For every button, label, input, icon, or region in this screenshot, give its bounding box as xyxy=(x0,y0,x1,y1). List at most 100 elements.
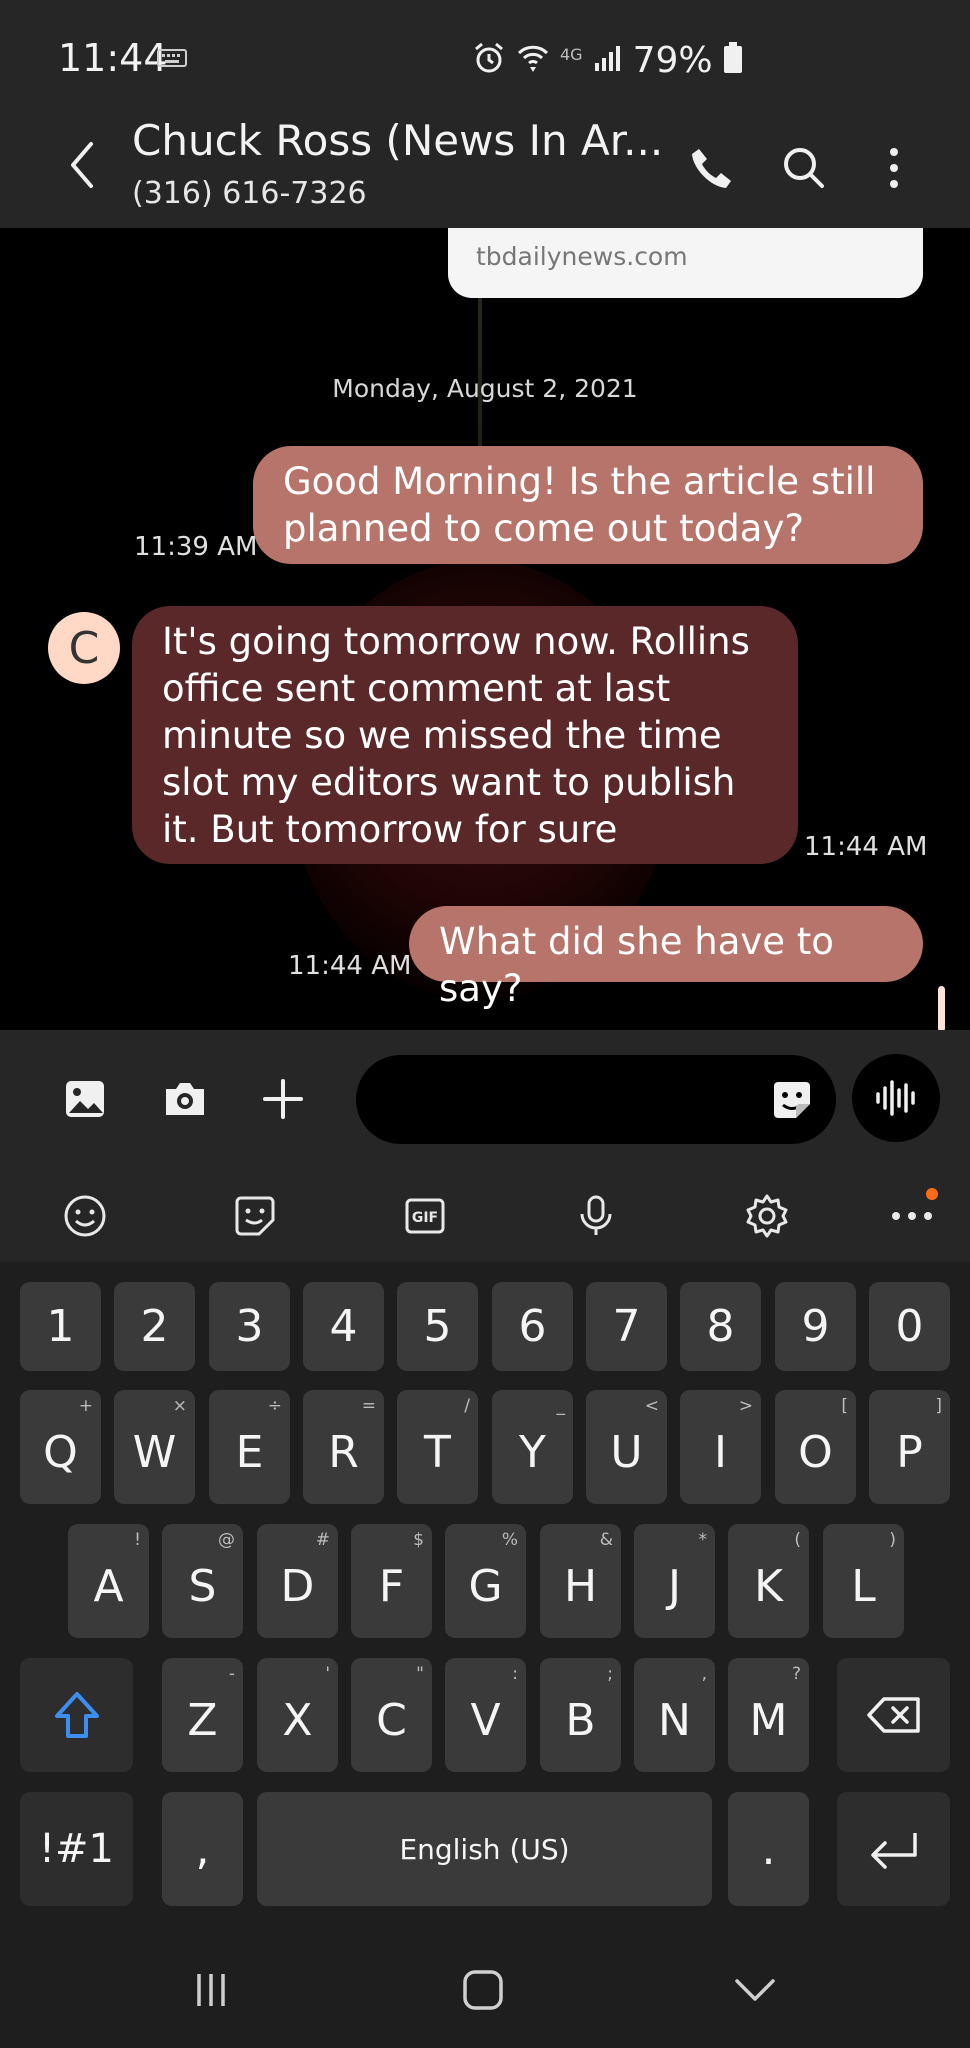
key-k[interactable]: (K xyxy=(728,1524,809,1638)
backspace-key[interactable] xyxy=(837,1658,950,1772)
key-p[interactable]: ] P xyxy=(869,1390,950,1504)
keyboard-sticker-button[interactable] xyxy=(223,1184,287,1248)
gallery-button[interactable] xyxy=(54,1068,116,1130)
back-arrow-icon xyxy=(71,142,93,188)
voice-input-button[interactable] xyxy=(564,1184,628,1248)
key-8[interactable]: 8 xyxy=(680,1282,761,1371)
key-z[interactable]: -Z xyxy=(162,1658,243,1772)
received-message-bubble[interactable]: It's going tomorrow now. Rollins office … xyxy=(132,606,798,864)
call-button[interactable] xyxy=(684,140,740,196)
recents-button[interactable] xyxy=(176,1960,246,2020)
battery-percent: 79% xyxy=(632,39,713,81)
notification-dot xyxy=(926,1188,938,1200)
sticker-icon xyxy=(774,1082,810,1118)
key-u[interactable]: < U xyxy=(586,1390,667,1504)
shift-key[interactable] xyxy=(20,1658,133,1772)
backspace-icon xyxy=(866,1697,920,1733)
key-5[interactable]: 5 xyxy=(397,1282,478,1371)
link-preview-url: tbdailynews.com xyxy=(476,242,688,271)
key-j[interactable]: * J xyxy=(634,1524,715,1638)
key-e[interactable]: ÷ E xyxy=(209,1390,290,1504)
contact-avatar[interactable]: C xyxy=(48,612,120,684)
comma-key[interactable]: , xyxy=(162,1792,243,1906)
key-2[interactable]: 2 xyxy=(114,1282,195,1371)
key-v[interactable]: :V xyxy=(445,1658,526,1772)
sent-message-bubble[interactable]: What did she have to say? xyxy=(409,906,923,1010)
settings-icon xyxy=(746,1194,788,1238)
date-divider: Monday, August 2, 2021 xyxy=(332,374,638,403)
network-type: 4G xyxy=(560,44,583,64)
home-icon xyxy=(463,1970,503,2010)
key-3[interactable]: 3 xyxy=(209,1282,290,1371)
enter-key[interactable] xyxy=(837,1792,950,1906)
emoji-icon xyxy=(64,1195,106,1237)
nav-back-button[interactable] xyxy=(720,1960,790,2020)
key-n[interactable]: ,N xyxy=(634,1658,715,1772)
sticker-button[interactable] xyxy=(764,1072,820,1128)
search-icon xyxy=(784,148,824,188)
key-l[interactable]: ) L xyxy=(823,1524,904,1638)
keyboard-icon xyxy=(157,48,187,73)
call-icon xyxy=(692,149,731,188)
key-w[interactable]: × W xyxy=(114,1390,195,1504)
key-b[interactable]: ; B xyxy=(540,1658,621,1772)
key-d[interactable]: # D xyxy=(257,1524,338,1638)
recents-icon xyxy=(197,1974,225,2006)
voice-record-button[interactable] xyxy=(852,1054,940,1142)
gif-button[interactable]: GIF xyxy=(393,1184,457,1248)
status-time: 11:44 xyxy=(58,36,168,80)
gallery-icon xyxy=(66,1081,104,1117)
contact-number: (316) 616-7326 xyxy=(132,176,367,211)
message-timestamp: 11:44 AM xyxy=(288,951,412,981)
key-y[interactable]: _ Y xyxy=(492,1390,573,1504)
key-1[interactable]: 1 xyxy=(20,1282,101,1371)
symbols-key[interactable]: !#1 xyxy=(20,1792,133,1906)
key-o[interactable]: [O xyxy=(775,1390,856,1504)
sent-message-bubble[interactable]: Good Morning! Is the article still plann… xyxy=(253,446,923,564)
enter-icon xyxy=(870,1833,917,1869)
voice-record-icon xyxy=(876,1080,915,1116)
key-f[interactable]: $ F xyxy=(351,1524,432,1638)
more-options-button[interactable] xyxy=(866,140,922,196)
key-t[interactable]: / T xyxy=(397,1390,478,1504)
contact-name[interactable]: Chuck Ross (News In Ar... xyxy=(132,116,663,165)
key-i[interactable]: > I xyxy=(680,1390,761,1504)
wifi-icon xyxy=(516,41,550,79)
message-timestamp: 11:44 AM xyxy=(804,832,928,862)
conversation-scrollbar[interactable] xyxy=(938,986,945,1032)
signal-icon xyxy=(593,43,623,77)
add-icon xyxy=(263,1079,303,1119)
key-m[interactable]: ? M xyxy=(728,1658,809,1772)
key-r[interactable]: = R xyxy=(303,1390,384,1504)
key-c[interactable]: " C xyxy=(351,1658,432,1772)
gif-label: GIF xyxy=(412,1210,438,1226)
key-a[interactable]: ! A xyxy=(68,1524,149,1638)
space-key[interactable]: English (US) xyxy=(257,1792,712,1906)
status-icons: 4G 79% xyxy=(472,38,743,82)
keyboard-settings-button[interactable] xyxy=(735,1184,799,1248)
more-icon xyxy=(892,1212,932,1220)
add-attachment-button[interactable] xyxy=(252,1068,314,1130)
key-9[interactable]: 9 xyxy=(775,1282,856,1371)
period-key[interactable]: . xyxy=(728,1792,809,1906)
key-s[interactable]: @ S xyxy=(162,1524,243,1638)
back-button[interactable] xyxy=(58,132,106,198)
key-x[interactable]: ' X xyxy=(257,1658,338,1772)
key-h[interactable]: & H xyxy=(540,1524,621,1638)
key-7[interactable]: 7 xyxy=(586,1282,667,1371)
alarm-icon xyxy=(472,41,506,79)
search-button[interactable] xyxy=(776,140,832,196)
camera-button[interactable] xyxy=(154,1068,216,1130)
back-icon xyxy=(735,1979,775,2001)
key-6[interactable]: 6 xyxy=(492,1282,573,1371)
mic-icon xyxy=(580,1195,612,1235)
key-q[interactable]: + Q xyxy=(20,1390,101,1504)
emoji-button[interactable] xyxy=(53,1184,117,1248)
battery-icon xyxy=(723,42,743,78)
key-g[interactable]: % G xyxy=(445,1524,526,1638)
key-4[interactable]: 4 xyxy=(303,1282,384,1371)
more-icon xyxy=(890,148,898,188)
camera-icon xyxy=(166,1083,204,1115)
home-button[interactable] xyxy=(448,1960,518,2020)
key-0[interactable]: 0 xyxy=(869,1282,950,1371)
